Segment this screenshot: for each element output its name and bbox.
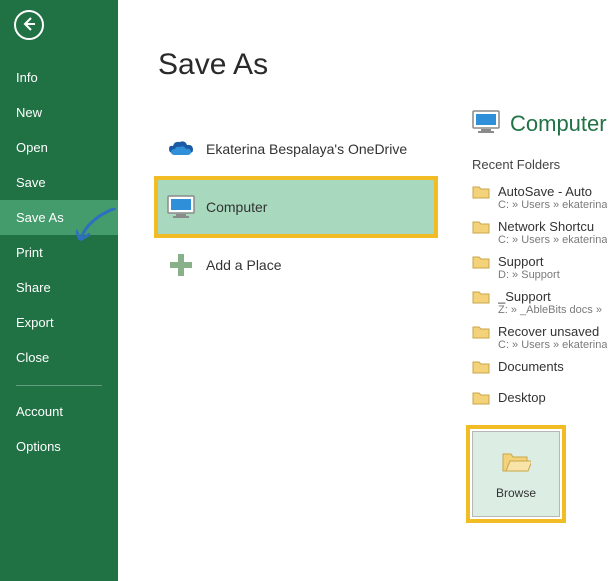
location-add-place[interactable]: Add a Place: [156, 236, 436, 294]
nav-item-export[interactable]: Export: [0, 305, 118, 340]
onedrive-icon: [156, 140, 206, 158]
computer-detail-pane: Computer Recent Folders AutoSave - Auto …: [472, 110, 611, 517]
computer-icon: [156, 195, 206, 219]
folder-icon: [472, 390, 490, 409]
folder-open-icon: [501, 449, 531, 476]
recent-folder-item[interactable]: Documents: [472, 355, 611, 382]
browse-button[interactable]: Browse: [472, 431, 560, 517]
folder-icon: [472, 254, 490, 273]
nav-item-new[interactable]: New: [0, 95, 118, 130]
folder-icon: [472, 289, 490, 308]
location-onedrive[interactable]: Ekaterina Bespalaya's OneDrive: [156, 120, 436, 178]
main-pane: Save As Ekaterina Bespalaya's OneDrive C…: [118, 0, 611, 581]
computer-header-title: Computer: [510, 111, 607, 137]
back-button[interactable]: [14, 10, 44, 40]
backstage-sidebar: Info New Open Save Save As Print Share E…: [0, 0, 118, 581]
folder-icon: [472, 359, 490, 378]
recent-folder-item[interactable]: Recover unsaved C: » Users » ekaterina: [472, 320, 611, 355]
computer-header-icon: [472, 110, 500, 137]
nav-item-open[interactable]: Open: [0, 130, 118, 165]
save-locations-list: Ekaterina Bespalaya's OneDrive Computer …: [156, 120, 436, 294]
nav-item-save[interactable]: Save: [0, 165, 118, 200]
recent-folders-label: Recent Folders: [472, 157, 611, 172]
location-label: Ekaterina Bespalaya's OneDrive: [206, 141, 407, 157]
nav-item-account[interactable]: Account: [0, 394, 118, 429]
folder-icon: [472, 184, 490, 203]
folder-icon: [472, 219, 490, 238]
folder-icon: [472, 324, 490, 343]
nav-item-print[interactable]: Print: [0, 235, 118, 270]
recent-folder-item[interactable]: _Support Z: » _AbleBits docs »: [472, 285, 611, 320]
back-arrow-icon: [21, 16, 37, 35]
nav-item-save-as[interactable]: Save As: [0, 200, 118, 235]
recent-folder-item[interactable]: Desktop: [472, 386, 611, 413]
nav-item-options[interactable]: Options: [0, 429, 118, 464]
add-place-icon: [156, 252, 206, 278]
recent-folder-item[interactable]: AutoSave - Auto C: » Users » ekaterina: [472, 180, 611, 215]
recent-folder-item[interactable]: Support D: » Support: [472, 250, 611, 285]
location-computer[interactable]: Computer: [156, 178, 436, 236]
computer-header: Computer: [472, 110, 611, 137]
nav-item-share[interactable]: Share: [0, 270, 118, 305]
location-label: Add a Place: [206, 257, 282, 273]
recent-folder-item[interactable]: Network Shortcu C: » Users » ekaterina: [472, 215, 611, 250]
nav-separator: [16, 385, 102, 386]
nav-item-close[interactable]: Close: [0, 340, 118, 375]
page-title: Save As: [118, 0, 611, 112]
browse-label: Browse: [496, 486, 536, 500]
nav-item-info[interactable]: Info: [0, 60, 118, 95]
location-label: Computer: [206, 199, 267, 215]
